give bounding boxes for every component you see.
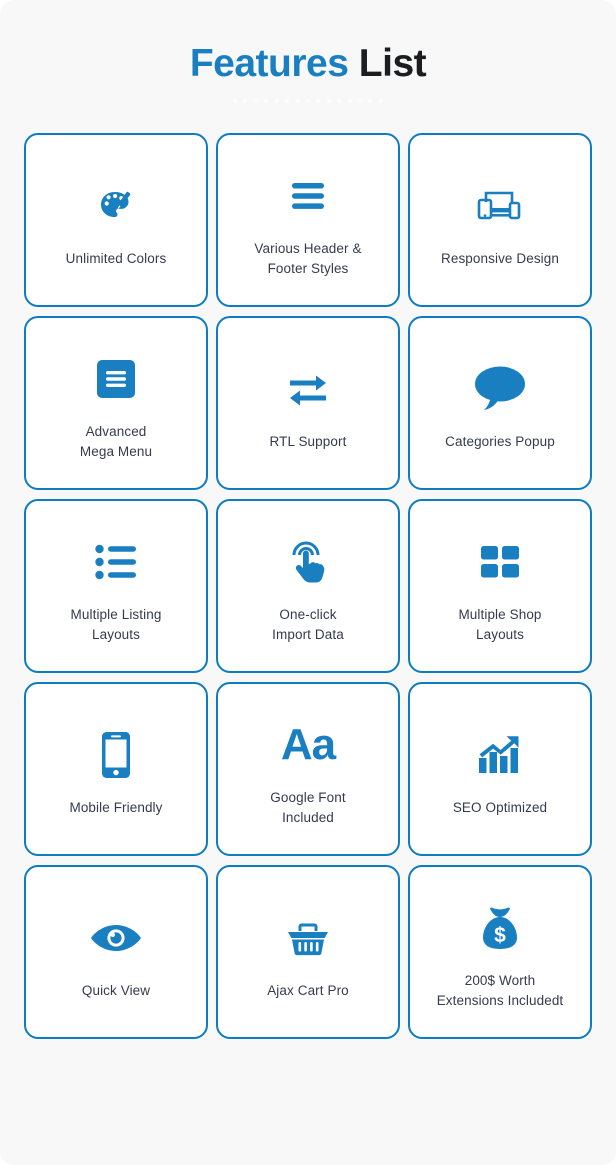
mega-menu-icon — [96, 342, 136, 416]
grid-squares-icon — [479, 525, 521, 599]
feature-card-label: RTL Support — [269, 433, 347, 449]
divider-dot — [285, 98, 290, 103]
feature-card[interactable]: SEO Optimized — [408, 681, 592, 856]
divider-dot — [326, 98, 331, 103]
responsive-devices-icon — [474, 169, 526, 243]
bullet-list-icon — [94, 525, 138, 599]
divider-dot — [378, 98, 383, 103]
feature-card-label: 200$ Worth Extensions Includedt — [436, 972, 564, 1008]
color-palette-icon — [93, 169, 139, 243]
feature-card-label: Unlimited Colors — [65, 250, 167, 266]
eye-icon — [90, 901, 142, 975]
page-title: Features List — [0, 42, 616, 85]
feature-card[interactable]: One-click Import Data — [216, 498, 400, 673]
divider-dot — [316, 98, 321, 103]
feature-card[interactable]: $200$ Worth Extensions Includedt — [408, 864, 592, 1039]
feature-card-label: Advanced Mega Menu — [79, 423, 153, 459]
divider-dot — [295, 98, 300, 103]
feature-card[interactable]: Mobile Friendly — [24, 681, 208, 856]
feature-card-label: Google Font Included — [270, 789, 346, 825]
feature-card-label: Ajax Cart Pro — [267, 982, 349, 998]
divider-dot — [253, 98, 258, 103]
speech-bubble-icon — [471, 352, 529, 426]
growth-chart-icon — [476, 718, 524, 792]
divider-dot — [347, 98, 352, 103]
exchange-arrows-icon — [284, 352, 332, 426]
feature-card[interactable]: Responsive Design — [408, 132, 592, 307]
features-list-page: Features List Unlimited Colors Various He… — [0, 0, 616, 1165]
feature-card[interactable]: Ajax Cart Pro — [216, 864, 400, 1039]
feature-card[interactable]: Advanced Mega Menu — [24, 315, 208, 490]
feature-card[interactable]: Quick View — [24, 864, 208, 1039]
divider-dot — [233, 98, 237, 103]
divider-dot — [274, 98, 279, 103]
mobile-phone-icon — [100, 718, 132, 792]
feature-card-label: Multiple Shop Layouts — [458, 606, 542, 642]
page-title-accent: Features — [189, 42, 349, 85]
shopping-basket-icon — [285, 901, 331, 975]
feature-card[interactable]: Multiple Shop Layouts — [408, 498, 592, 673]
feature-card-label: SEO Optimized — [452, 799, 548, 815]
feature-card-label: Multiple Listing Layouts — [70, 606, 162, 642]
hamburger-menu-icon — [285, 159, 331, 233]
tap-hand-icon — [285, 525, 331, 599]
page-header: Features List — [0, 0, 616, 105]
page-title-plain: List — [358, 42, 427, 85]
typography-aa-icon: Aa — [280, 719, 336, 769]
feature-card[interactable]: Aa Google Font Included — [216, 681, 400, 856]
money-bag-icon: $ — [479, 891, 521, 965]
divider-dot — [368, 98, 373, 103]
feature-card[interactable]: RTL Support — [216, 315, 400, 490]
divider-dot — [305, 98, 310, 103]
feature-card-label: Various Header & Footer Styles — [254, 240, 362, 276]
svg-text:$: $ — [494, 924, 506, 947]
divider-dot — [264, 98, 269, 103]
feature-card[interactable]: Unlimited Colors — [24, 132, 208, 307]
feature-card-label: Responsive Design — [440, 250, 559, 266]
feature-card[interactable]: Multiple Listing Layouts — [24, 498, 208, 673]
divider-dot — [243, 98, 248, 103]
features-grid: Unlimited Colors Various Header & Footer … — [24, 132, 592, 1039]
divider-dot — [337, 98, 342, 103]
feature-card[interactable]: Categories Popup — [408, 315, 592, 490]
feature-card[interactable]: Various Header & Footer Styles — [216, 132, 400, 307]
feature-card-label: Mobile Friendly — [69, 799, 163, 815]
feature-card-label: Categories Popup — [445, 433, 555, 449]
feature-card-label: Quick View — [81, 982, 151, 998]
feature-card-label: One-click Import Data — [272, 606, 344, 642]
title-divider-dots — [233, 97, 383, 105]
divider-dot — [358, 98, 363, 103]
